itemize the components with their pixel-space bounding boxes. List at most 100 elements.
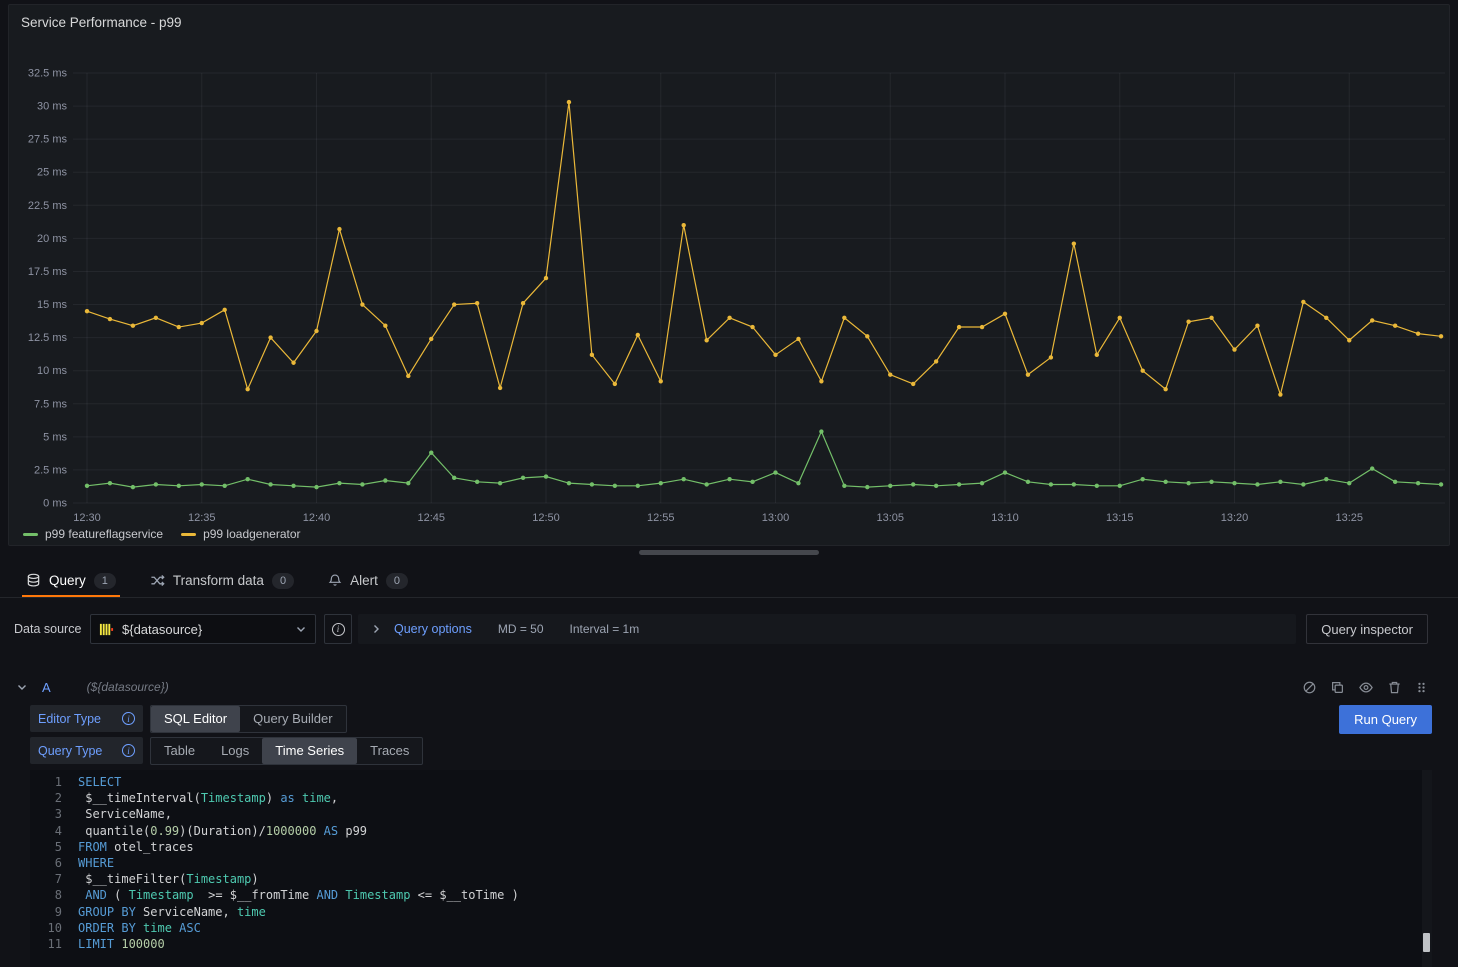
interval-text: Interval = 1m [570,622,640,636]
code-line[interactable]: 5FROM otel_traces [30,839,1432,855]
line-number: 9 [30,904,78,920]
alert-count-badge: 0 [386,573,408,589]
chevron-right-icon[interactable] [370,623,382,635]
sql-editor[interactable]: 1SELECT2 $__timeInterval(Timestamp) as t… [30,770,1432,967]
svg-text:12.5 ms: 12.5 ms [28,332,68,344]
datasource-toolbar: Data source ${datasource} i [0,612,1458,646]
editor-tabbar: Query 1 Transform data 0 Alert 0 [0,564,1458,598]
legend-label: p99 loadgenerator [203,527,300,541]
tab-label: Alert [350,573,378,588]
query-type-logs-option[interactable]: Logs [208,738,262,764]
tab-alert[interactable]: Alert 0 [324,564,412,597]
code-line[interactable]: 4 quantile(0.99)(Duration)/1000000 AS p9… [30,823,1432,839]
code-text: FROM otel_traces [78,839,194,855]
query-type-row: Query Type i Table Logs Time Series Trac… [0,736,1458,766]
code-line[interactable]: 1SELECT [30,774,1432,790]
horizontal-scrollbar-thumb[interactable] [639,550,819,555]
code-line[interactable]: 10ORDER BY time ASC [30,920,1432,936]
panel-editor-screen: Service Performance - p99 0 ms2.5 ms5 ms… [0,0,1458,967]
svg-text:12:40: 12:40 [303,512,331,524]
svg-text:5 ms: 5 ms [43,431,67,443]
line-number: 11 [30,936,78,952]
svg-text:20 ms: 20 ms [37,233,67,245]
code-line[interactable]: 9GROUP BY ServiceName, time [30,904,1432,920]
line-number: 6 [30,855,78,871]
svg-text:12:35: 12:35 [188,512,216,524]
max-data-points-text: MD = 50 [498,622,544,636]
code-text: $__timeInterval(Timestamp) as time, [78,790,338,806]
code-line[interactable]: 2 $__timeInterval(Timestamp) as time, [30,790,1432,806]
code-text: ORDER BY time ASC [78,920,201,936]
drag-handle[interactable] [1415,680,1428,695]
query-type-table-option[interactable]: Table [151,738,208,764]
trash-icon[interactable] [1387,680,1402,695]
legend-item-loadgenerator[interactable]: p99 loadgenerator [181,527,300,541]
editor-type-segmented: SQL Editor Query Builder [150,705,347,733]
code-text: ServiceName, [78,806,172,822]
line-number: 2 [30,790,78,806]
query-type-info-icon[interactable]: i [122,744,135,757]
svg-text:30 ms: 30 ms [37,101,67,113]
query-options-bar: Query options MD = 50 Interval = 1m [358,614,1296,644]
horizontal-scrollbar [8,550,1450,557]
svg-text:13:15: 13:15 [1106,512,1134,524]
svg-text:17.5 ms: 17.5 ms [28,266,68,278]
run-query-button[interactable]: Run Query [1339,705,1432,734]
editor-type-info-icon[interactable]: i [122,712,135,725]
code-text: SELECT [78,774,121,790]
line-number: 7 [30,871,78,887]
code-line[interactable]: 11LIMIT 100000 [30,936,1432,952]
query-type-label: Query Type i [30,737,143,764]
disable-query-icon[interactable] [1302,680,1317,695]
query-type-segmented: Table Logs Time Series Traces [150,737,423,765]
duplicate-query-icon[interactable] [1330,680,1345,695]
editor-scrollbar-thumb[interactable] [1423,933,1430,952]
query-type-time-series-option[interactable]: Time Series [262,738,357,764]
svg-text:27.5 ms: 27.5 ms [28,134,68,146]
info-icon: i [332,623,345,636]
query-type-traces-option[interactable]: Traces [357,738,422,764]
query-row-header: A (${datasource}) [0,672,1458,702]
svg-text:12:50: 12:50 [532,512,560,524]
code-text: quantile(0.99)(Duration)/1000000 AS p99 [78,823,367,839]
tab-label: Query [49,573,86,588]
code-text: WHERE [78,855,114,871]
tab-transform-data[interactable]: Transform data 0 [146,564,298,597]
chevron-down-icon[interactable] [16,681,28,693]
svg-text:7.5 ms: 7.5 ms [34,398,68,410]
line-number: 1 [30,774,78,790]
series-color-swatch [181,533,196,536]
query-count-badge: 1 [94,573,116,589]
eye-icon[interactable] [1358,680,1374,695]
editor-type-sql-editor-option[interactable]: SQL Editor [151,706,240,732]
code-line[interactable]: 7 $__timeFilter(Timestamp) [30,871,1432,887]
code-text: GROUP BY ServiceName, time [78,904,266,920]
line-number: 4 [30,823,78,839]
svg-text:12:55: 12:55 [647,512,675,524]
svg-text:13:00: 13:00 [762,512,790,524]
code-line[interactable]: 3 ServiceName, [30,806,1432,822]
time-series-chart[interactable]: 0 ms2.5 ms5 ms7.5 ms10 ms12.5 ms15 ms17.… [9,35,1449,529]
line-number: 10 [30,920,78,936]
code-text: $__timeFilter(Timestamp) [78,871,259,887]
code-line[interactable]: 8 AND ( Timestamp >= $__fromTime AND Tim… [30,887,1432,903]
line-number: 5 [30,839,78,855]
code-line[interactable]: 6WHERE [30,855,1432,871]
code-text: AND ( Timestamp >= $__fromTime AND Times… [78,887,519,903]
editor-type-query-builder-option[interactable]: Query Builder [240,706,345,732]
tab-query[interactable]: Query 1 [22,564,120,597]
query-options-toggle[interactable]: Query options [394,622,472,636]
line-number: 3 [30,806,78,822]
bell-icon [328,573,342,588]
legend-item-featureflagservice[interactable]: p99 featureflagservice [23,527,163,541]
query-datasource-hint: (${datasource}) [87,680,169,694]
svg-text:13:20: 13:20 [1221,512,1249,524]
datasource-help-button[interactable]: i [324,614,352,644]
query-inspector-button[interactable]: Query inspector [1306,614,1428,644]
svg-text:13:05: 13:05 [876,512,904,524]
datasource-picker[interactable]: ${datasource} [90,614,316,644]
editor-type-row: Editor Type i SQL Editor Query Builder R… [0,704,1458,734]
chart-legend: p99 featureflagservice p99 loadgenerator [23,527,301,541]
transform-count-badge: 0 [272,573,294,589]
panel-title: Service Performance - p99 [21,15,182,30]
